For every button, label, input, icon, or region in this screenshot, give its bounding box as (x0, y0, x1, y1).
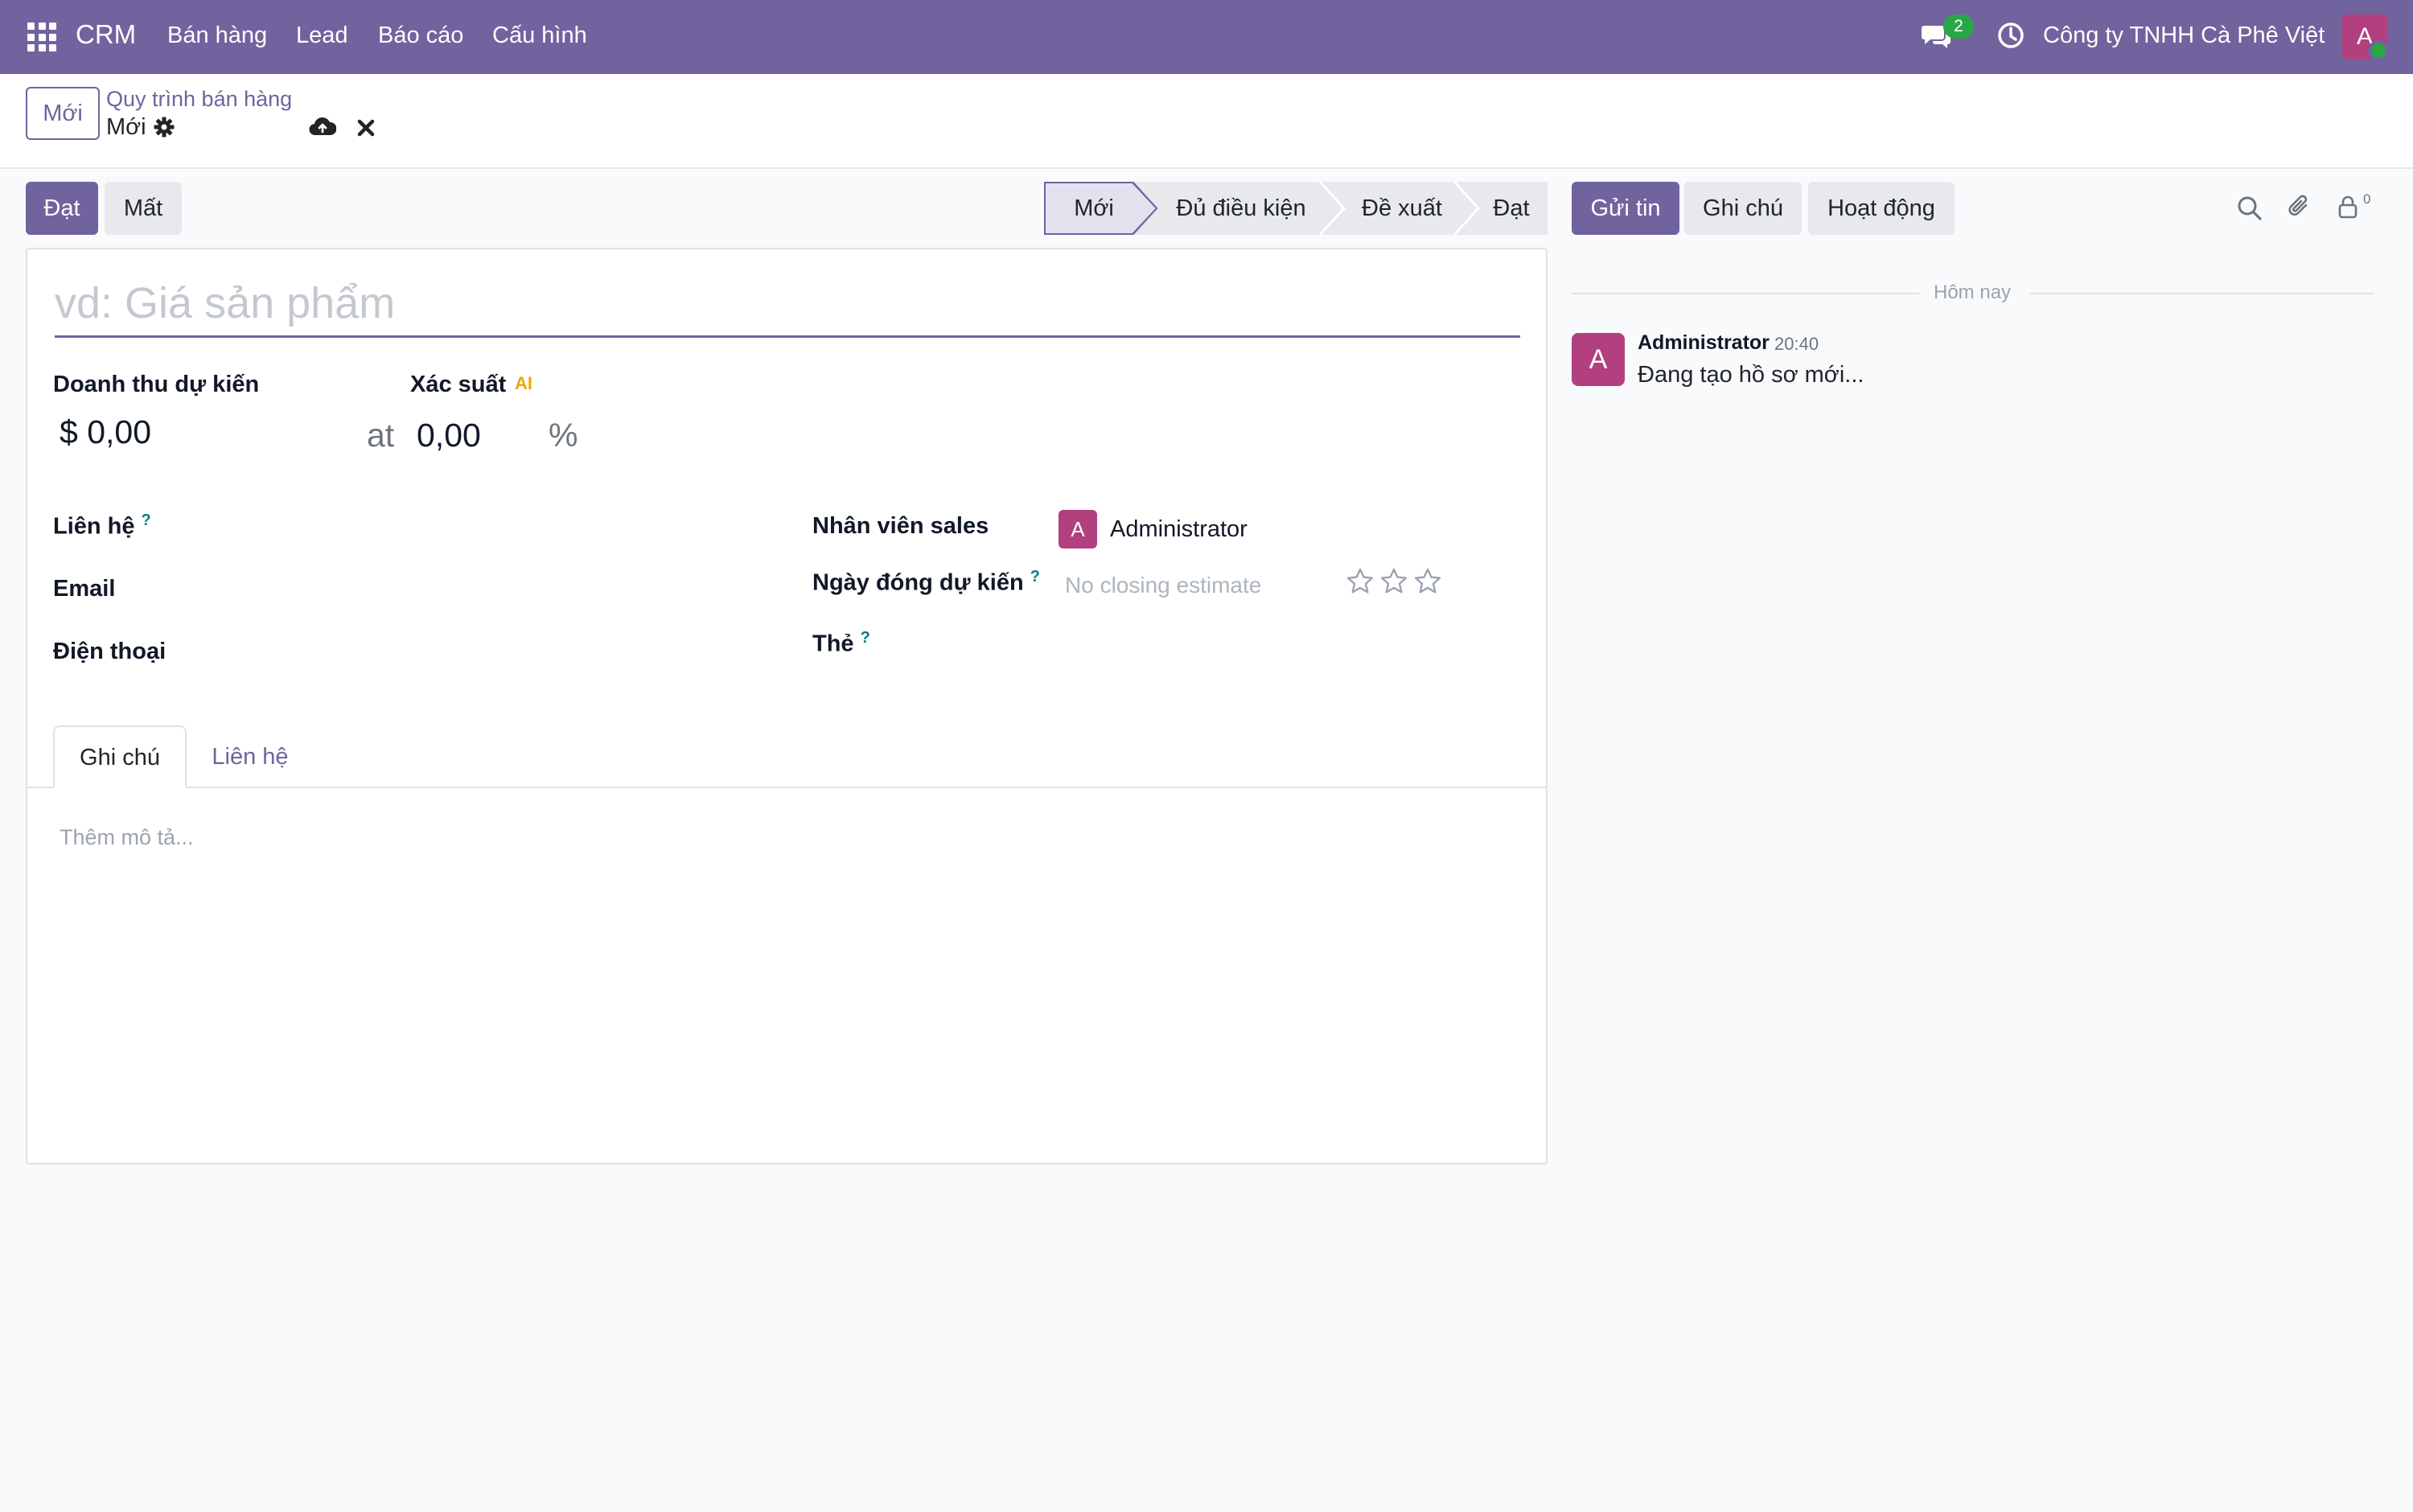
send-message-button[interactable]: Gửi tin (1572, 182, 1679, 235)
menu-leads[interactable]: Lead (296, 23, 348, 49)
new-button[interactable]: Mới (26, 87, 100, 140)
mark-won-button[interactable]: Đạt (26, 182, 98, 235)
percent-sign: % (549, 417, 578, 454)
expected-closing-label-text: Ngày đóng dự kiến (812, 569, 1024, 596)
gear-icon[interactable] (153, 116, 175, 138)
expected-closing-label: Ngày đóng dự kiến? (812, 568, 1040, 597)
menu-sales[interactable]: Bán hàng (167, 23, 267, 49)
salesperson-label: Nhân viên sales (812, 513, 989, 539)
phone-label: Điện thoại (53, 639, 166, 664)
tags-label: Thẻ? (812, 629, 870, 658)
contact-label: Liên hệ? (53, 512, 151, 540)
contact-help[interactable]: ? (142, 512, 151, 529)
probability-field[interactable]: 0,00 (417, 417, 481, 454)
priority-star-icon[interactable] (1379, 566, 1409, 597)
stage-proposition[interactable]: Đề xuất (1342, 182, 1462, 235)
message-author-avatar[interactable]: A (1572, 333, 1625, 386)
lock-icon[interactable] (2334, 193, 2362, 220)
app-brand[interactable]: CRM (76, 19, 136, 50)
message-body: Đang tạo hồ sơ mới... (1638, 362, 1864, 388)
expected-closing-input[interactable]: No closing estimate (1065, 573, 1261, 598)
stage-qualified[interactable]: Đủ điều kiện (1157, 182, 1326, 235)
salesperson-avatar: A (1059, 510, 1097, 549)
priority-star-icon[interactable] (1345, 566, 1375, 597)
expected-revenue-field[interactable]: $ 0,00 (60, 413, 151, 451)
probability-label: Xác suất (410, 372, 507, 397)
cloud-save-icon[interactable] (309, 114, 336, 138)
date-separator-line (2030, 293, 2374, 294)
menu-reporting[interactable]: Báo cáo (378, 23, 463, 49)
log-note-button[interactable]: Ghi chú (1684, 182, 1802, 235)
discard-icon[interactable] (356, 117, 376, 138)
description-editor[interactable]: Thêm mô tả... (60, 825, 194, 850)
stage-won[interactable]: Đạt (1475, 182, 1548, 235)
message-time: 20:40 (1774, 334, 1819, 354)
phone-input[interactable] (265, 634, 748, 671)
expected-revenue-label: Doanh thu dự kiến (53, 372, 260, 397)
tab-notes[interactable]: Ghi chú (53, 725, 187, 788)
email-label: Email (53, 576, 116, 602)
priority-star-icon[interactable] (1412, 566, 1443, 597)
opportunity-title-input[interactable]: vd: Giá sản phẩm (55, 277, 1520, 338)
message-author[interactable]: Administrator (1638, 331, 1770, 355)
mark-lost-button[interactable]: Mất (105, 182, 182, 235)
tags-help[interactable]: ? (861, 629, 870, 647)
stage-statusbar: Mới Đủ điều kiện Đề xuất Đạt (1044, 182, 1548, 235)
record-name: Mới (106, 114, 146, 140)
clock-icon[interactable] (1996, 21, 2025, 50)
stage-new[interactable]: Mới (1044, 182, 1144, 235)
search-icon[interactable] (2236, 195, 2263, 222)
breadcrumb[interactable]: Quy trình bán hàng (106, 87, 292, 112)
date-separator-line (1572, 293, 1919, 294)
tab-contact[interactable]: Liên hệ (190, 725, 310, 788)
app-grid-icon[interactable] (27, 23, 56, 51)
expected-closing-help[interactable]: ? (1030, 568, 1040, 585)
salesperson-field[interactable]: Administrator (1110, 516, 1248, 543)
menu-configuration[interactable]: Cấu hình (492, 23, 587, 49)
online-status-dot (2368, 40, 2389, 61)
company-switcher[interactable]: Công ty TNHH Cà Phê Việt (2043, 23, 2325, 49)
date-separator-label: Hôm nay (1934, 281, 2012, 303)
email-input[interactable] (265, 571, 748, 608)
contact-input[interactable] (265, 507, 748, 544)
activities-button[interactable]: Hoạt động (1808, 182, 1955, 235)
message-count-badge: 2 (1943, 14, 1974, 39)
tags-label-text: Thẻ (812, 631, 854, 657)
at-label: at (367, 417, 395, 454)
contact-label-text: Liên hệ (53, 513, 135, 540)
tags-input[interactable] (1059, 624, 1525, 661)
paperclip-icon[interactable] (2286, 193, 2313, 220)
ai-probability-badge[interactable]: AI (515, 373, 532, 394)
follower-count: 0 (2363, 191, 2371, 207)
